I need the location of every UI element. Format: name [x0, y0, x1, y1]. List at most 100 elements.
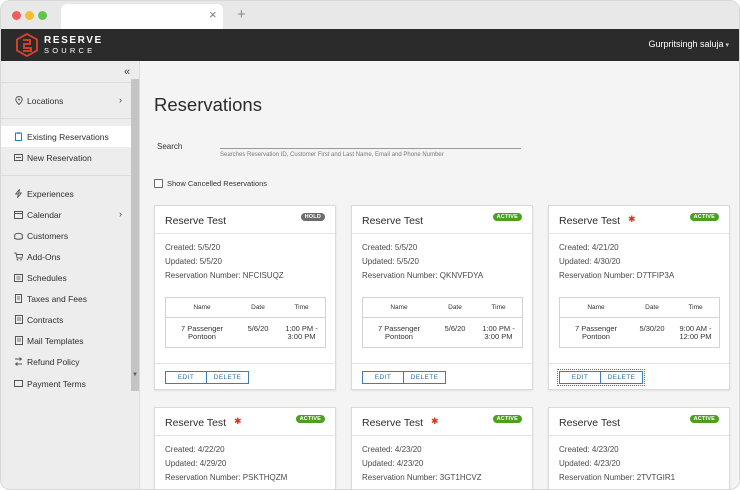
sidebar-item-new-reservation[interactable]: New Reservation — [1, 147, 131, 168]
sidebar-item-label: Experiences — [27, 188, 74, 199]
map-pin-icon — [14, 96, 23, 105]
collapse-sidebar-icon[interactable]: « — [124, 66, 130, 78]
sidebar-item-customers[interactable]: Customers — [1, 225, 131, 246]
search-input[interactable] — [220, 137, 521, 149]
edit-button[interactable]: EDIT — [559, 371, 601, 384]
search-hint: Searches Reservation ID, Customer First … — [220, 152, 444, 158]
updated-date: Updated: 5/5/20 — [362, 257, 419, 266]
browser-tab[interactable] — [61, 4, 223, 29]
sidebar-item-label: Taxes and Fees — [27, 293, 88, 304]
card-actions: EDIT DELETE — [165, 371, 249, 384]
reservation-number: Reservation Number: D7TFIP3A — [559, 271, 675, 280]
edit-button[interactable]: EDIT — [165, 371, 207, 384]
delete-button[interactable]: DELETE — [404, 371, 446, 384]
sidebar: « Locations › Existing Reservations New … — [1, 61, 140, 489]
column-header-time: Time — [294, 304, 309, 311]
document-icon — [14, 315, 23, 324]
scroll-down-icon[interactable]: ▼ — [132, 372, 138, 378]
logo-wordmark[interactable]: RESERVE SOURCE — [44, 36, 103, 56]
item-name: 7 Passenger Pontoon — [377, 324, 421, 341]
card-title: Reserve Test — [362, 417, 424, 429]
updated-date: Updated: 4/23/20 — [559, 459, 621, 468]
card-title: Reserve Test — [165, 417, 227, 429]
sidebar-item-existing-reservations[interactable]: Existing Reservations — [1, 126, 131, 147]
sidebar-item-label: Existing Reservations — [27, 131, 109, 142]
new-tab-icon[interactable]: + — [237, 7, 246, 22]
sidebar-item-calendar[interactable]: Calendar › — [1, 204, 131, 225]
minimize-window-button[interactable] — [25, 11, 34, 20]
card-divider — [155, 363, 337, 364]
sidebar-item-schedules[interactable]: Schedules — [1, 267, 131, 288]
status-badge: ACTIVE — [295, 415, 325, 423]
status-badge: ACTIVE — [492, 213, 522, 221]
tab-close-icon[interactable]: × — [209, 8, 217, 22]
reservation-items-table: Name Date Time 7 Passenger Pontoon 5/6/2… — [362, 297, 523, 348]
column-header-time: Time — [491, 304, 506, 311]
user-menu[interactable]: Gurpritsingh saluja ▾ — [648, 39, 729, 49]
sidebar-item-label: Customers — [27, 230, 69, 241]
sidebar-item-experiences[interactable]: Experiences — [1, 183, 131, 204]
sidebar-item-label: Schedules — [27, 272, 67, 283]
reservation-card: Reserve Test ✱ ACTIVE Created: 4/23/20 U… — [351, 407, 534, 489]
reservation-card: Reserve Test ✱ ACTIVE Created: 4/21/20 U… — [548, 205, 731, 390]
close-window-button[interactable] — [12, 11, 21, 20]
delete-button[interactable]: DELETE — [601, 371, 643, 384]
column-header-date: Date — [645, 304, 659, 311]
sidebar-item-mail-templates[interactable]: Mail Templates — [1, 330, 131, 351]
sidebar-item-add-ons[interactable]: Add-Ons — [1, 246, 131, 267]
maximize-window-button[interactable] — [38, 11, 47, 20]
table-header: Name Date Time — [363, 298, 522, 318]
created-date: Created: 4/21/20 — [559, 243, 619, 252]
table-header: Name Date Time — [560, 298, 719, 318]
app-header: RESERVE SOURCE Gurpritsingh saluja ▾ — [1, 29, 739, 61]
cart-icon — [14, 252, 23, 261]
sidebar-item-label: Mail Templates — [27, 335, 84, 346]
column-header-name: Name — [390, 304, 408, 311]
column-header-name: Name — [193, 304, 211, 311]
schedule-icon — [14, 273, 23, 282]
item-name: 7 Passenger Pontoon — [180, 324, 224, 341]
item-date: 5/30/20 — [639, 324, 665, 333]
sidebar-item-payment-terms[interactable]: Payment Terms — [1, 373, 131, 394]
reservation-card: Reserve Test ACTIVE Created: 4/23/20 Upd… — [548, 407, 731, 489]
card-divider — [549, 435, 731, 436]
sidebar-scrollbar[interactable] — [131, 79, 139, 391]
card-title: Reserve Test — [362, 215, 424, 227]
item-time: 1:00 PM - 3:00 PM — [285, 324, 318, 341]
main-content: Reservations Search Searches Reservation… — [141, 61, 739, 489]
card-divider — [352, 435, 534, 436]
logo-line-2: SOURCE — [44, 46, 96, 55]
show-cancelled-checkbox[interactable] — [154, 179, 163, 188]
column-header-date: Date — [448, 304, 462, 311]
updated-date: Updated: 4/29/20 — [165, 459, 227, 468]
sidebar-item-label: Calendar — [27, 209, 62, 220]
reservation-number: Reservation Number: 3GT1HCVZ — [362, 473, 482, 482]
mail-icon — [14, 336, 23, 345]
page-title: Reservations — [154, 94, 262, 115]
reservation-number: Reservation Number: QKNVFDYA — [362, 271, 484, 280]
status-badge: ACTIVE — [689, 213, 719, 221]
sidebar-item-refund-policy[interactable]: Refund Policy — [1, 351, 131, 372]
divider — [1, 175, 131, 176]
item-name: 7 Passenger Pontoon — [574, 324, 618, 341]
card-title: Reserve Test — [165, 215, 227, 227]
card-divider — [352, 363, 534, 364]
sidebar-item-label: Locations — [27, 95, 64, 106]
column-header-time: Time — [688, 304, 703, 311]
sidebar-item-label: Contracts — [27, 314, 64, 325]
reserve-source-logo-icon[interactable] — [15, 33, 39, 57]
edit-button[interactable]: EDIT — [362, 371, 404, 384]
reservation-items-table: Name Date Time 7 Passenger Pontoon 5/6/2… — [165, 297, 326, 348]
created-date: Created: 4/22/20 — [165, 445, 225, 454]
status-badge: ACTIVE — [492, 415, 522, 423]
sidebar-item-taxes-and-fees[interactable]: Taxes and Fees — [1, 288, 131, 309]
sidebar-item-locations[interactable]: Locations › — [1, 90, 131, 111]
sidebar-item-contracts[interactable]: Contracts — [1, 309, 131, 330]
card-title: Reserve Test — [559, 417, 621, 429]
card-divider — [155, 233, 337, 234]
item-time: 9:00 AM - 12:00 PM — [679, 324, 712, 341]
show-cancelled-label[interactable]: Show Cancelled Reservations — [167, 179, 267, 188]
sidebar-item-label: Add-Ons — [27, 251, 61, 262]
delete-button[interactable]: DELETE — [207, 371, 249, 384]
bolt-icon — [14, 189, 23, 198]
